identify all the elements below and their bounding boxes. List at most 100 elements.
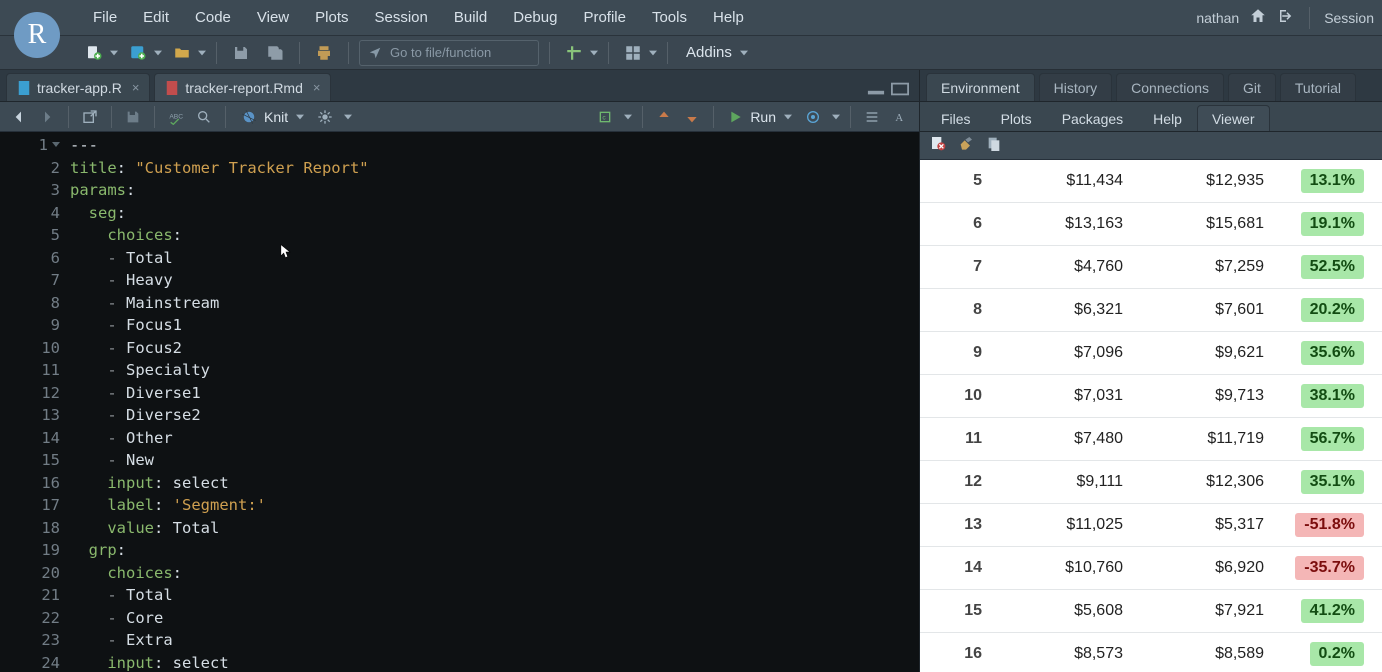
cell-a: $13,163 — [1000, 203, 1141, 246]
nav-fwd-button[interactable] — [36, 106, 58, 128]
knit-button[interactable]: Knit — [236, 108, 308, 126]
menu-edit[interactable]: Edit — [130, 9, 182, 26]
code-line[interactable]: choices: — [70, 224, 919, 247]
code-line[interactable]: - Other — [70, 427, 919, 450]
env-tab-tutorial[interactable]: Tutorial — [1280, 73, 1356, 101]
show-in-new-window-icon[interactable] — [79, 106, 101, 128]
env-tab-connections[interactable]: Connections — [1116, 73, 1224, 101]
tab-packages[interactable]: Packages — [1047, 105, 1138, 131]
env-tab-environment[interactable]: Environment — [926, 73, 1035, 101]
cell-pct: 0.2% — [1282, 633, 1382, 672]
code-line[interactable]: choices: — [70, 562, 919, 585]
code-line[interactable]: - Total — [70, 584, 919, 607]
nav-back-button[interactable] — [8, 106, 30, 128]
menu-code[interactable]: Code — [182, 9, 244, 26]
code-line[interactable]: - Diverse1 — [70, 382, 919, 405]
editor-tab[interactable]: tracker-app.R× — [6, 73, 150, 101]
editor-tab[interactable]: tracker-report.Rmd× — [154, 73, 331, 101]
table-row: 12$9,111$12,30635.1% — [920, 461, 1382, 504]
switch-visual-icon[interactable]: A — [889, 106, 911, 128]
code-line[interactable]: seg: — [70, 202, 919, 225]
menu-help[interactable]: Help — [700, 9, 757, 26]
code-line[interactable]: label: 'Segment:' — [70, 494, 919, 517]
new-file-button[interactable] — [80, 40, 118, 66]
menu-file[interactable]: File — [80, 9, 130, 26]
open-file-button[interactable] — [168, 40, 206, 66]
spellcheck-icon[interactable]: ABC — [165, 106, 187, 128]
find-icon[interactable] — [193, 106, 215, 128]
menu-view[interactable]: View — [244, 9, 302, 26]
code-line[interactable]: - Specialty — [70, 359, 919, 382]
code-line[interactable]: --- — [70, 134, 919, 157]
code-line[interactable]: value: Total — [70, 517, 919, 540]
svg-text:c: c — [603, 114, 607, 121]
gutter-line: 12 — [0, 382, 60, 405]
gutter-line: 10 — [0, 337, 60, 360]
code-line[interactable]: - Core — [70, 607, 919, 630]
doc-options-gear[interactable] — [314, 106, 336, 128]
code-line[interactable]: - Total — [70, 247, 919, 270]
remove-viewer-icon[interactable] — [930, 135, 946, 156]
env-tab-history[interactable]: History — [1039, 73, 1113, 101]
code-line[interactable]: - Focus2 — [70, 337, 919, 360]
cell-b: $9,621 — [1141, 332, 1282, 375]
outline-icon[interactable] — [861, 106, 883, 128]
addins-button[interactable]: Addins — [678, 44, 756, 61]
env-tab-git[interactable]: Git — [1228, 73, 1276, 101]
code-line[interactable]: input: select — [70, 652, 919, 672]
cell-a: $7,480 — [1000, 418, 1141, 461]
tab-close-icon[interactable]: × — [313, 80, 321, 95]
run-button[interactable]: Run — [724, 109, 796, 125]
code-line[interactable]: input: select — [70, 472, 919, 495]
panes-button[interactable] — [619, 40, 657, 66]
home-icon[interactable] — [1249, 7, 1267, 28]
exit-icon[interactable] — [1277, 7, 1295, 28]
code-line[interactable]: - Extra — [70, 629, 919, 652]
cell-a: $8,573 — [1000, 633, 1141, 672]
tab-viewer[interactable]: Viewer — [1197, 105, 1270, 131]
menu-tools[interactable]: Tools — [639, 9, 700, 26]
code-line[interactable]: - Focus1 — [70, 314, 919, 337]
save-all-button[interactable] — [261, 40, 289, 66]
menu-debug[interactable]: Debug — [500, 9, 570, 26]
goto-file-input[interactable]: Go to file/function — [359, 40, 539, 66]
r-icon — [17, 81, 31, 95]
tab-help[interactable]: Help — [1138, 105, 1197, 131]
code-line[interactable]: - Mainstream — [70, 292, 919, 315]
go-prev-button[interactable] — [653, 106, 675, 128]
menu-profile[interactable]: Profile — [570, 9, 639, 26]
code-line[interactable]: grp: — [70, 539, 919, 562]
code-line[interactable]: params: — [70, 179, 919, 202]
session-label[interactable]: Session — [1324, 10, 1374, 26]
viewer-pane[interactable]: 5$11,434$12,93513.1%6$13,163$15,68119.1%… — [920, 160, 1382, 672]
save-doc-button[interactable] — [122, 106, 144, 128]
minimize-pane-icon[interactable] — [867, 82, 885, 101]
menu-session[interactable]: Session — [362, 9, 441, 26]
tab-close-icon[interactable]: × — [132, 80, 140, 95]
insert-button[interactable] — [560, 40, 598, 66]
print-button[interactable] — [310, 40, 338, 66]
maximize-pane-icon[interactable] — [891, 82, 909, 101]
code-line[interactable]: - Diverse2 — [70, 404, 919, 427]
table-row: 14$10,760$6,920-35.7% — [920, 547, 1382, 590]
export-viewer-icon[interactable] — [986, 135, 1002, 156]
new-project-button[interactable] — [124, 40, 162, 66]
cell-a: $9,111 — [1000, 461, 1141, 504]
cell-pct: 19.1% — [1282, 203, 1382, 246]
go-next-button[interactable] — [681, 106, 703, 128]
cell-pct: 13.1% — [1282, 160, 1382, 203]
code-line[interactable]: title: "Customer Tracker Report" — [70, 157, 919, 180]
insert-chunk-button[interactable]: c — [594, 106, 616, 128]
save-button[interactable] — [227, 40, 255, 66]
code-line[interactable]: - New — [70, 449, 919, 472]
tab-files[interactable]: Files — [926, 105, 986, 131]
menu-plots[interactable]: Plots — [302, 9, 361, 26]
clear-viewer-icon[interactable] — [958, 135, 974, 156]
cell-b: $11,719 — [1141, 418, 1282, 461]
code-editor[interactable]: 123456789101112131415161718192021222324 … — [0, 132, 919, 672]
code-line[interactable]: - Heavy — [70, 269, 919, 292]
menu-build[interactable]: Build — [441, 9, 500, 26]
publish-button[interactable] — [802, 106, 824, 128]
tab-plots[interactable]: Plots — [986, 105, 1047, 131]
table-row: 16$8,573$8,5890.2% — [920, 633, 1382, 672]
